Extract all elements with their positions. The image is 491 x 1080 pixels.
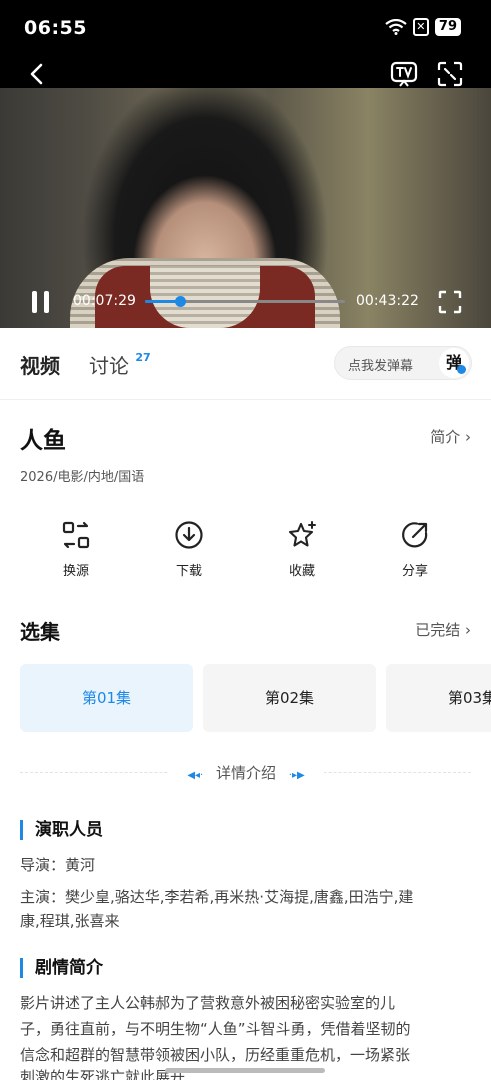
discussion-count-badge: 27 [135,351,151,365]
player-controls: 00:07:29 00:43:22 [0,285,491,321]
switch-source-icon [62,521,90,549]
share-icon [402,522,428,548]
actors-line: 主演：樊少皇,骆达华,李若希,再米热·艾海提,唐鑫,田浩宁,建 [20,888,414,906]
details-divider: ◀◂· 详情介绍 ·▸▶ [168,762,324,784]
actors-line: 康,程琪,张喜来 [20,912,120,930]
arrows-left-icon: ◀◂· [187,770,204,781]
intro-link[interactable]: 简介 › [430,426,471,447]
battery-icon: 79 [434,18,461,36]
no-sim-icon: ✕ [412,18,429,36]
tv-cast-icon[interactable] [389,58,419,90]
pause-icon[interactable] [30,291,52,313]
danmu-toggle-icon[interactable]: 弹 [439,348,469,378]
show-title: 人鱼 [20,428,66,454]
progress-knob[interactable] [174,296,186,307]
wifi-icon [385,19,407,35]
danmu-input[interactable]: 点我发弹幕 弹 [334,346,472,380]
synopsis-line: 子，勇往直前，与不明生物“人鱼”斗智斗勇，凭借着坚韧的 [20,1020,411,1038]
download-label: 下载 [175,564,202,579]
synopsis-heading: 剧情简介 [20,958,103,978]
episodes-status-link[interactable]: 已完结 › [415,619,471,640]
favorite-star-icon [288,521,316,547]
cast-heading: 演职人员 [20,820,103,840]
download-icon [175,521,203,549]
episode-item[interactable]: 第01集 [20,664,193,732]
share-button[interactable]: 分享 [375,520,455,579]
synopsis-line: 影片讲述了主人公韩郝为了营救意外被困秘密实验室的儿 [20,994,396,1012]
show-meta: 2026/电影/内地/国语 [20,470,145,485]
content-tabs: 视频 讨论 27 点我发弹幕 弹 [0,328,491,400]
switch-source-button[interactable]: 换源 [36,520,116,579]
episode-item[interactable]: 第02集 [203,664,376,732]
favorite-button[interactable]: 收藏 [262,520,342,579]
tab-video[interactable]: 视频 [20,350,60,379]
director-line: 导演：黄河 [20,856,96,874]
home-indicator[interactable] [165,1068,325,1073]
switch-source-label: 换源 [62,564,89,579]
status-time: 06:55 [24,17,87,39]
share-label: 分享 [401,564,428,579]
details-divider-label: 详情介绍 [215,764,276,782]
progress-bar[interactable] [145,296,345,307]
action-row: 换源 下载 收藏 分享 [0,520,491,590]
arrows-right-icon: ·▸▶ [288,770,305,781]
episode-list: 第01集 第02集 第03集 [20,664,491,732]
total-time: 00:43:22 [356,293,419,309]
fullscreen-icon[interactable] [437,289,463,315]
back-icon[interactable] [24,60,48,88]
status-bar: 06:55 ✕ 79 [0,0,491,56]
tab-discussion[interactable]: 讨论 27 [89,350,151,379]
video-player[interactable]: 06:55 ✕ 79 00:07:29 00:43:22 [0,0,491,328]
picture-in-picture-icon[interactable] [436,58,464,90]
episodes-heading: 选集 [20,620,60,644]
favorite-label: 收藏 [288,564,315,579]
episode-item[interactable]: 第03集 [386,664,491,732]
current-time: 00:07:29 [73,293,136,309]
download-button[interactable]: 下载 [149,520,229,579]
tab-discussion-label: 讨论 [89,354,129,378]
danmu-placeholder: 点我发弹幕 [348,359,414,374]
